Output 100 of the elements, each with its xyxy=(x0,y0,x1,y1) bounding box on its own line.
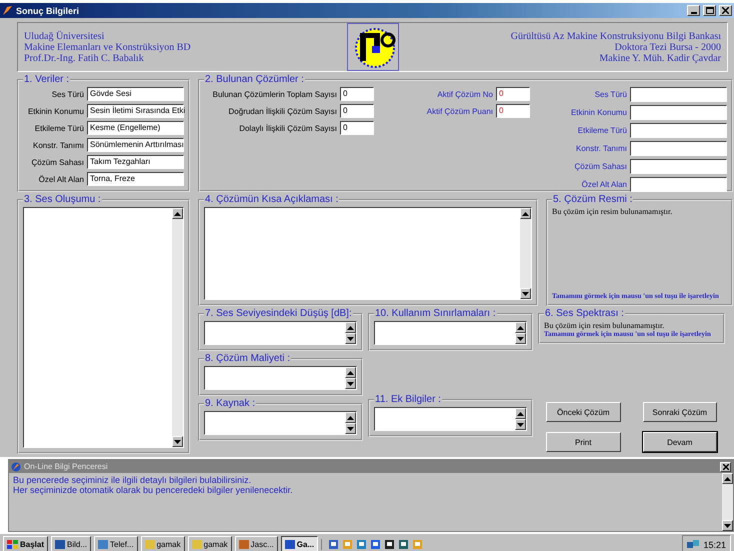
input-field[interactable]: Gövde Sesi xyxy=(87,87,184,101)
app-icon xyxy=(284,540,295,549)
maximize-button[interactable] xyxy=(703,5,716,16)
info-text: Bu pencerede seçiminiz ile ilgili detaylı bilgileri bulabilirsiniz. xyxy=(13,475,252,485)
app-icon xyxy=(2,5,13,16)
field-label: Aktif Çözüm No xyxy=(437,90,493,98)
header-text: Makine Y. Müh. Kadir Çavdar xyxy=(599,52,721,64)
minimize-button[interactable] xyxy=(687,5,700,16)
group-title: 11. Ek Bilgiler : xyxy=(374,394,442,405)
maximize-icon xyxy=(706,7,714,14)
windows-logo-icon xyxy=(7,540,18,550)
arrow-up-icon xyxy=(522,212,529,216)
window-title: Sonuç Bilgileri xyxy=(16,6,80,16)
close-button[interactable] xyxy=(720,462,731,472)
no-image-note: Bu çözüm için resim bulunamamıştır. xyxy=(552,207,674,216)
input-field[interactable]: 0 xyxy=(496,104,530,118)
taskbar-button[interactable]: Ga... xyxy=(280,536,318,551)
input-field[interactable]: Sönümlemenin Arttırılması xyxy=(87,138,184,152)
text-area[interactable] xyxy=(204,321,357,345)
scrollbar[interactable] xyxy=(345,367,356,389)
scroll-up-button[interactable] xyxy=(515,322,526,333)
scroll-up-button[interactable] xyxy=(722,473,733,484)
arrow-up-icon xyxy=(724,476,731,480)
input-field[interactable] xyxy=(630,87,727,102)
arrow-down-icon xyxy=(522,292,529,296)
scrollbar[interactable] xyxy=(345,412,356,434)
input-field[interactable]: Takım Tezgahları xyxy=(87,155,184,169)
field-label: Konstr. Tanımı xyxy=(576,144,627,153)
action-button[interactable]: Önceki Çözüm xyxy=(546,402,620,422)
logo-icon xyxy=(346,23,398,71)
header-text: Uludağ Üniversitesi xyxy=(24,30,106,42)
field-label: Aktif Çözüm Puanı xyxy=(426,106,493,116)
input-field[interactable] xyxy=(630,141,727,156)
taskbar-button[interactable]: gamak xyxy=(188,536,232,551)
group-title: 7. Ses Seviyesindeki Düşüş [dB]: xyxy=(204,308,353,319)
field-label: Özel Alt Alan xyxy=(38,174,84,184)
action-button[interactable]: Devam xyxy=(642,432,717,452)
start-button[interactable]: Başlat xyxy=(3,536,48,551)
input-field[interactable]: 0 xyxy=(340,104,374,118)
scroll-up-button[interactable] xyxy=(172,208,183,219)
field-label: Çözüm Sahası xyxy=(574,162,627,171)
input-field[interactable] xyxy=(630,105,727,120)
input-field[interactable]: Sesin İletimi Sırasında Etki xyxy=(87,104,184,118)
input-field[interactable]: Torna, Freze xyxy=(87,172,184,186)
arrow-up-icon xyxy=(517,326,524,330)
taskbar-button[interactable]: Telef... xyxy=(94,536,138,551)
scrollbar[interactable] xyxy=(515,322,526,344)
scroll-down-button[interactable] xyxy=(722,520,733,531)
arrow-up-icon xyxy=(347,326,354,330)
input-field[interactable]: 0 xyxy=(340,87,374,101)
field-label: Ses Türü xyxy=(594,90,627,99)
clock: 15:21 xyxy=(703,540,726,550)
input-field[interactable]: 0 xyxy=(340,121,374,135)
field-label: Ses Türü xyxy=(52,90,84,98)
field-label: Çözüm Sahası xyxy=(32,158,84,166)
scroll-down-button[interactable] xyxy=(515,419,526,430)
input-field[interactable]: 0 xyxy=(496,87,530,101)
field-label: Etkinin Konumu xyxy=(28,106,84,116)
scroll-down-button[interactable] xyxy=(515,333,526,344)
scroll-up-button[interactable] xyxy=(345,367,356,378)
app-icon xyxy=(238,540,249,549)
scroll-up-button[interactable] xyxy=(345,322,356,333)
scroll-up-button[interactable] xyxy=(345,412,356,423)
taskbar-button[interactable]: Jasc... xyxy=(234,536,278,551)
text-area[interactable] xyxy=(374,321,527,345)
close-button[interactable] xyxy=(719,5,732,16)
input-field[interactable] xyxy=(630,177,727,192)
scroll-up-button[interactable] xyxy=(520,208,531,219)
arrow-up-icon xyxy=(174,212,181,216)
group-title: 6. Ses Spektrası : xyxy=(544,308,625,319)
header-text: Prof.Dr.-Ing. Fatih C. Babalık xyxy=(24,52,145,64)
arrow-down-icon xyxy=(724,524,731,528)
arrow-down-icon xyxy=(347,426,354,430)
taskbar-button[interactable]: Bild... xyxy=(51,536,92,551)
input-field[interactable] xyxy=(630,159,727,174)
scroll-down-button[interactable] xyxy=(345,333,356,344)
action-button[interactable]: Sonraki Çözüm xyxy=(642,402,717,422)
scroll-down-button[interactable] xyxy=(345,423,356,434)
scroll-down-button[interactable] xyxy=(345,378,356,389)
text-area[interactable] xyxy=(374,407,527,431)
scroll-up-button[interactable] xyxy=(515,408,526,419)
text-area[interactable] xyxy=(204,366,357,390)
field-label: Etkinin Konumu xyxy=(570,108,627,117)
taskbar-button[interactable]: gamak xyxy=(140,536,185,551)
scroll-down-button[interactable] xyxy=(172,436,183,447)
text-area[interactable] xyxy=(204,411,357,435)
scrollbar[interactable] xyxy=(345,322,356,344)
arrow-down-icon xyxy=(174,440,181,444)
action-button[interactable]: Print xyxy=(546,432,620,452)
scrollbar[interactable] xyxy=(172,208,183,447)
scrollbar[interactable] xyxy=(515,408,526,430)
group-title: 9. Kaynak : xyxy=(204,398,256,409)
input-field[interactable]: Kesme (Engelleme) xyxy=(87,121,184,135)
scrollbar[interactable] xyxy=(722,473,733,531)
group-title: 5. Çözüm Resmi : xyxy=(552,194,634,205)
app-icon xyxy=(192,540,202,549)
scroll-down-button[interactable] xyxy=(520,288,531,299)
input-field[interactable] xyxy=(630,123,727,138)
field-label: Doğrudan İlişkili Çözüm Sayısı xyxy=(228,106,337,116)
scrollbar[interactable] xyxy=(520,208,531,299)
